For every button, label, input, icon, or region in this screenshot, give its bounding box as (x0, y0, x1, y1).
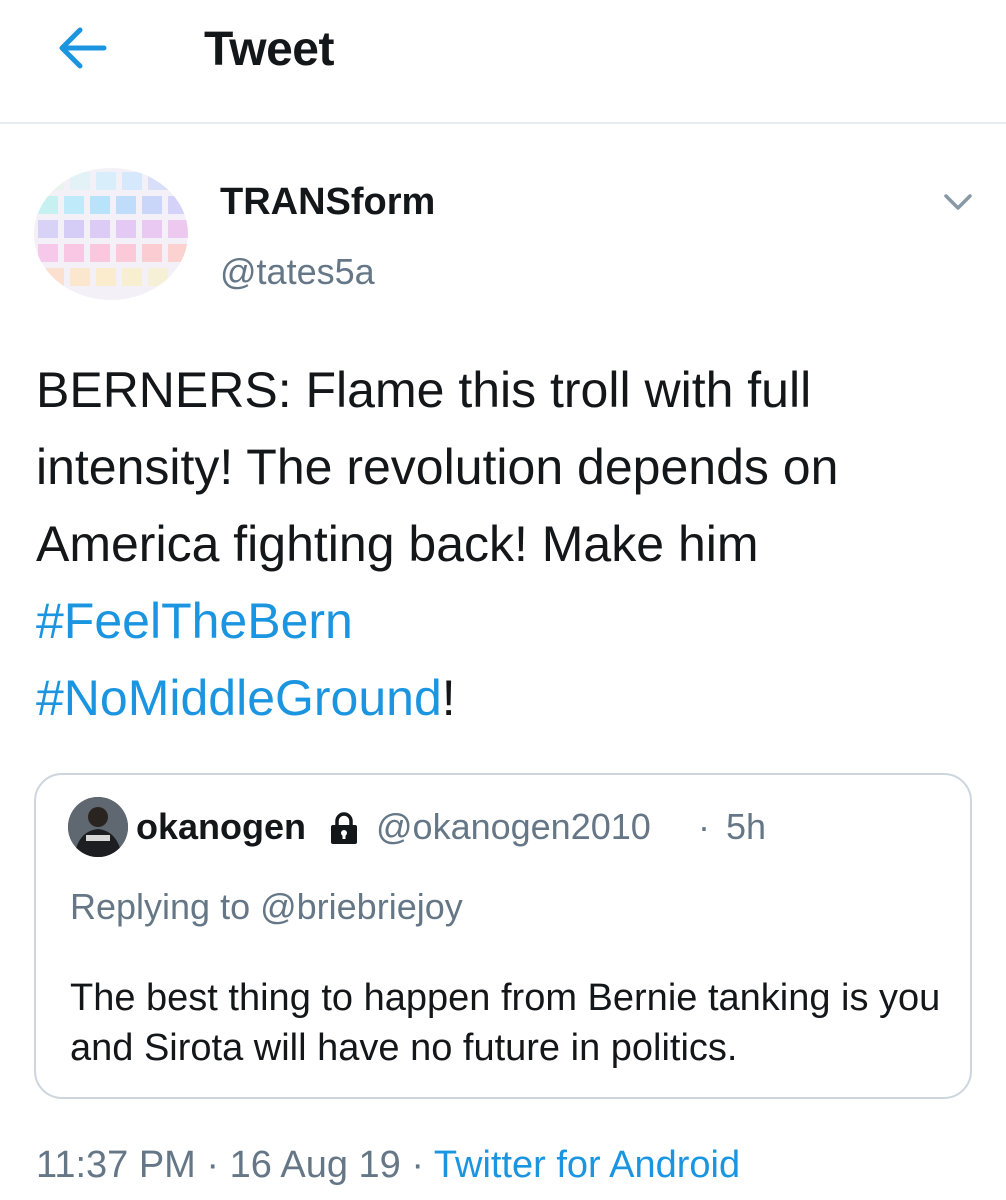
avatar[interactable] (34, 168, 188, 300)
tweet-menu-button[interactable] (934, 184, 982, 220)
meta-separator: · (206, 1144, 220, 1186)
replying-to-label: Replying to (70, 886, 261, 927)
tweet-text-body: BERNERS: Flame this troll with full inte… (36, 362, 878, 572)
quoted-handle: @okanogen2010 (376, 806, 651, 847)
hashtag-feelthebern[interactable]: #FeelTheBern (36, 593, 353, 649)
avatar-grid-image (34, 168, 188, 300)
top-app-bar: Tweet (0, 0, 1006, 124)
tweet-text-end: ! (441, 670, 456, 726)
meta-separator: · (411, 1144, 425, 1186)
quoted-display-name: okanogen (136, 806, 307, 847)
replying-to-user[interactable]: @briebriejoy (260, 886, 463, 927)
lock-icon (331, 812, 357, 844)
quoted-avatar[interactable] (68, 797, 128, 857)
page-title: Tweet (204, 23, 334, 76)
back-button[interactable] (50, 20, 114, 76)
tweet-time: 11:37 PM (36, 1144, 196, 1186)
hashtag-nomiddleground[interactable]: #NoMiddleGround (36, 670, 442, 726)
replying-to-line: Replying to @briebriejoy (70, 885, 463, 929)
tweet-date: 16 Aug 19 (229, 1144, 401, 1186)
arrow-left-icon (59, 27, 107, 69)
quoted-separator: · (698, 806, 710, 847)
tweet-source-link[interactable]: Twitter for Android (434, 1144, 740, 1186)
quoted-avatar-image (68, 797, 128, 857)
tweet-metadata: 11:37 PM · 16 Aug 19 · Twitter for Andro… (36, 1140, 740, 1190)
quoted-tweet-text: The best thing to happen from Bernie tan… (70, 977, 941, 1069)
author-handle[interactable]: @tates5a (220, 250, 375, 294)
quoted-tweet-card[interactable]: okanogen @okanogen2010 · 5h Replying to … (34, 773, 972, 1099)
tweet-text: BERNERS: Flame this troll with full inte… (36, 352, 976, 737)
author-display-name[interactable]: TRANSform (220, 180, 435, 224)
quoted-time: 5h (726, 806, 767, 847)
chevron-down-icon (944, 194, 972, 210)
